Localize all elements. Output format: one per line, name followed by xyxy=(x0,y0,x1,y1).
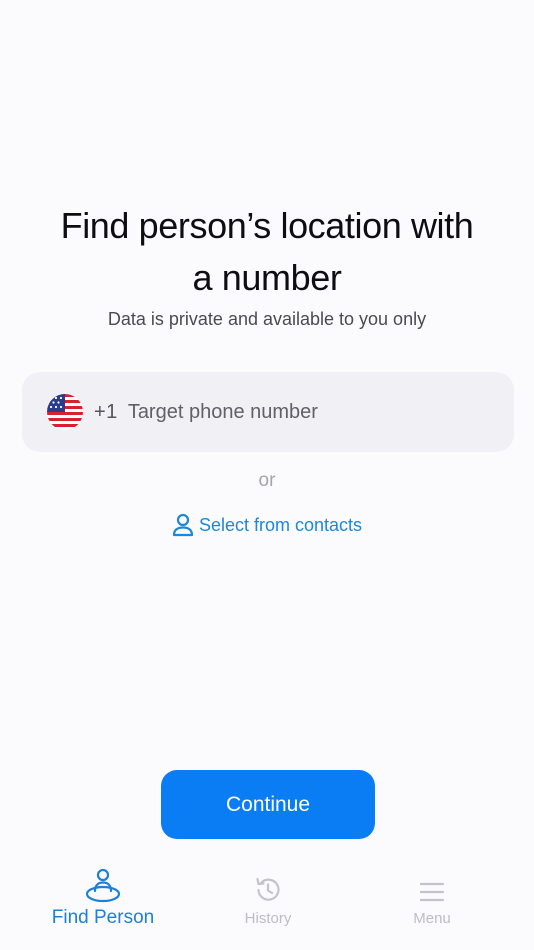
menu-icon xyxy=(419,882,445,902)
us-flag-icon[interactable] xyxy=(46,393,84,431)
tab-find-person-icon-wrap xyxy=(84,860,122,904)
phone-number-field[interactable]: +1 xyxy=(22,372,514,452)
tab-menu-icon-wrap xyxy=(419,860,445,904)
page-title-line-2: a number xyxy=(192,257,342,298)
phone-number-input[interactable] xyxy=(127,400,458,424)
tab-history[interactable]: History xyxy=(193,860,343,940)
page-subtitle: Data is private and available to you onl… xyxy=(107,309,427,329)
continue-button[interactable]: Continue xyxy=(161,770,375,839)
page-title: Find person’s location with a number xyxy=(20,200,514,304)
find-person-screen: Find person’s location with a number Dat… xyxy=(0,0,534,950)
or-separator: or xyxy=(258,470,276,491)
person-icon xyxy=(172,513,194,537)
page-title-line-1: Find person’s location with xyxy=(60,205,474,246)
person-location-icon xyxy=(85,868,121,903)
tab-find-person-label: Find Person xyxy=(51,907,155,928)
tab-history-icon-wrap xyxy=(254,860,282,904)
select-from-contacts-label[interactable]: Select from contacts xyxy=(199,515,362,536)
country-code[interactable]: +1 xyxy=(94,401,118,424)
tab-find-person[interactable]: Find Person xyxy=(28,860,178,940)
tab-history-label: History xyxy=(244,910,292,927)
tab-menu[interactable]: Menu xyxy=(357,860,507,940)
tab-menu-label: Menu xyxy=(413,910,451,927)
bottom-tab-bar: Find Person History Menu xyxy=(0,860,534,950)
select-from-contacts-link[interactable]: Select from contacts xyxy=(0,513,534,537)
history-icon xyxy=(256,877,280,901)
